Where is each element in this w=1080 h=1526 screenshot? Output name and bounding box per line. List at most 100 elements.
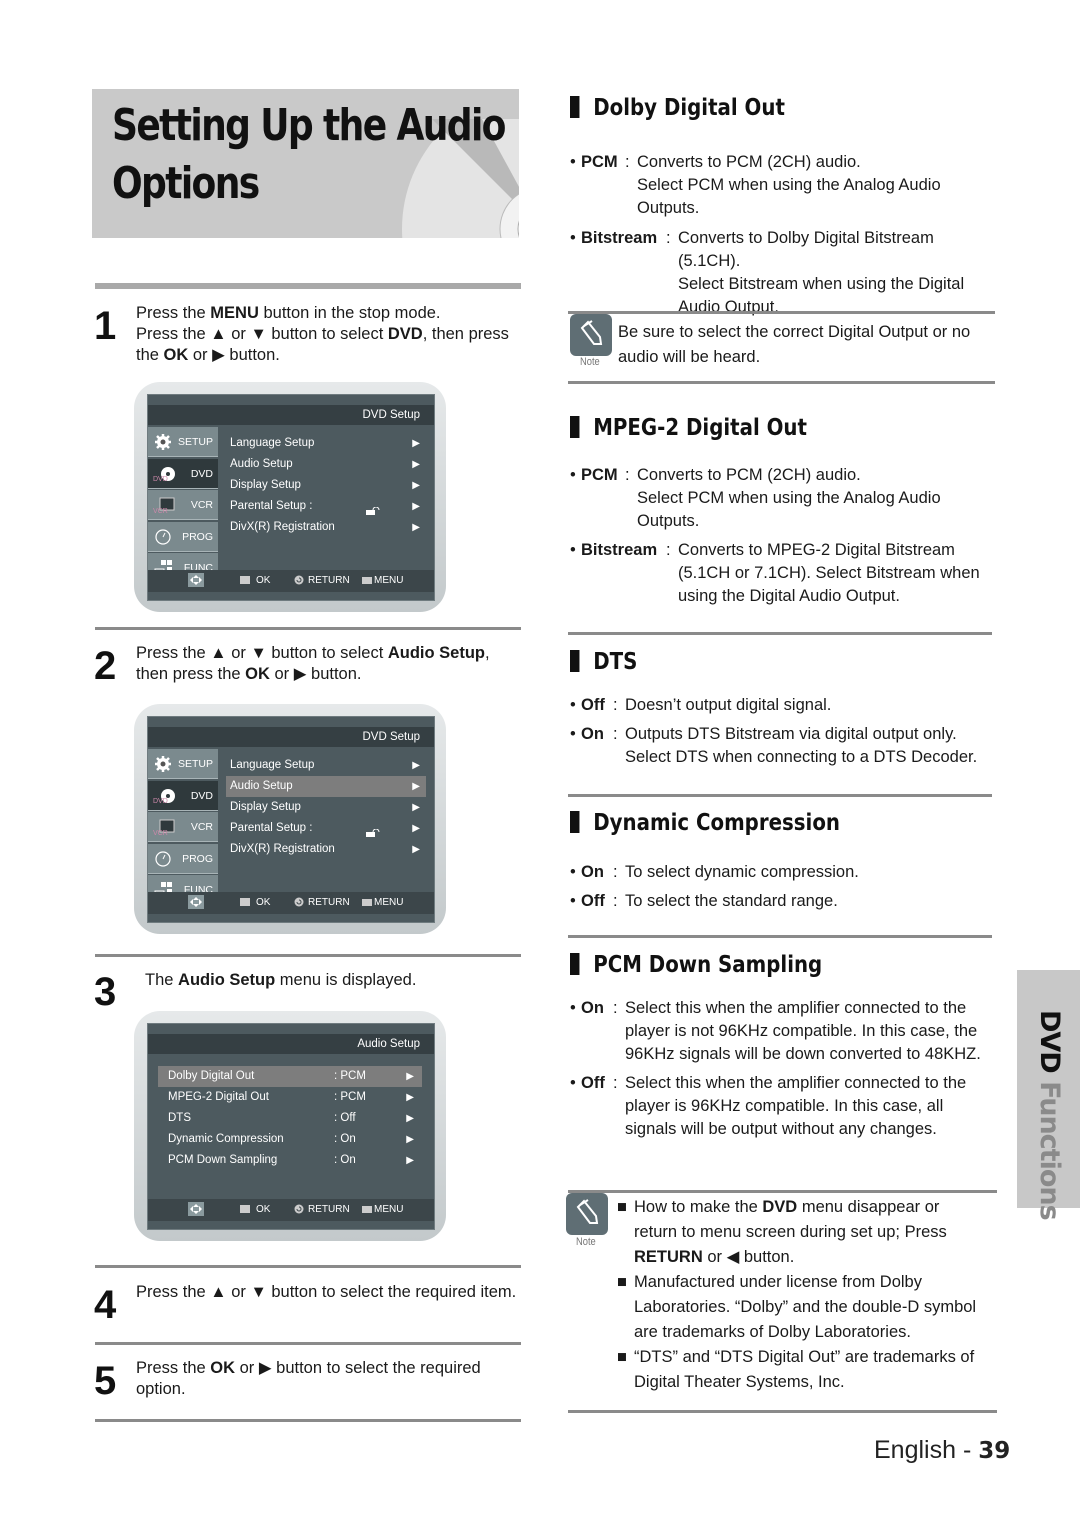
bold-text: OK bbox=[210, 1359, 236, 1377]
chapter-tab-bold: DVD bbox=[1034, 1010, 1065, 1082]
osd-screen-dvd-setup-2: DVD Setup SETUP DVD DVD VCR VCR PROG FUNC Lang… bbox=[134, 704, 446, 934]
bold-text: DVD bbox=[762, 1198, 798, 1216]
clock-icon bbox=[153, 850, 173, 868]
osd-audio-item[interactable]: DTS: Off ▶ bbox=[158, 1108, 422, 1129]
chapter-side-tab: DVD Functions bbox=[1017, 970, 1080, 1220]
chevron-right-icon: ▶ bbox=[412, 480, 420, 491]
osd-header: Audio Setup bbox=[148, 1034, 434, 1054]
osd-menu-item[interactable]: Display Setup ▶ bbox=[226, 797, 426, 818]
definition-term: Off bbox=[581, 892, 605, 910]
menu-icon bbox=[362, 1199, 372, 1221]
page-number: 39 bbox=[978, 1438, 1011, 1464]
osd-tab-prog[interactable]: PROG bbox=[148, 521, 218, 552]
osd-audio-item[interactable]: Dynamic Compression: On ▶ bbox=[158, 1129, 422, 1150]
section-divider bbox=[95, 1419, 521, 1422]
heading-marker bbox=[570, 96, 580, 118]
chevron-right-icon: ▶ bbox=[406, 1134, 414, 1145]
svg-text:DVD: DVD bbox=[153, 798, 168, 805]
bold-text: Audio Setup bbox=[387, 644, 486, 662]
definition-colon: : bbox=[666, 229, 671, 247]
title-banner: Setting Up the Audio Options bbox=[92, 89, 519, 238]
section-divider bbox=[95, 1342, 521, 1345]
chevron-right-icon: ▶ bbox=[406, 1092, 414, 1103]
page-footer: English - 39 bbox=[874, 1436, 1010, 1465]
osd-menu-item[interactable]: DivX(R) Registration ▶ bbox=[226, 839, 426, 860]
section-heading-pcm-down-sampling: PCM Down Sampling bbox=[570, 950, 822, 980]
osd-tab-dvd[interactable]: DVD DVD bbox=[148, 780, 218, 811]
osd-tab-setup[interactable]: SETUP bbox=[148, 749, 218, 779]
ok-icon bbox=[240, 1199, 250, 1221]
gear-icon bbox=[153, 433, 173, 451]
chevron-right-icon: ▶ bbox=[412, 802, 420, 813]
definition-colon: : bbox=[666, 541, 671, 559]
osd-menu-item-label: DivX(R) Registration bbox=[230, 521, 335, 533]
osd-menu-item-label: Display Setup bbox=[230, 479, 301, 491]
osd-menu-item[interactable]: DivX(R) Registration ▶ bbox=[226, 517, 426, 538]
osd-audio-item[interactable]: Dolby Digital Out: PCM ▶ bbox=[158, 1066, 422, 1087]
bullet-icon: • bbox=[570, 863, 576, 881]
osd-menu-item[interactable]: Display Setup ▶ bbox=[226, 475, 426, 496]
note-label: Note bbox=[580, 356, 600, 368]
osd-menu-item[interactable]: Audio Setup ▶ bbox=[226, 776, 426, 797]
definition-term: Off bbox=[581, 1074, 605, 1092]
osd-footer: OK RETURN MENU bbox=[148, 892, 434, 914]
chapter-tab-light: Functions bbox=[1034, 1081, 1065, 1220]
osd-tab-dvd[interactable]: DVD DVD bbox=[148, 458, 218, 489]
chevron-right-icon: ▶ bbox=[412, 438, 420, 449]
step-text: Press the ▲ or ▼ button to select Audio … bbox=[136, 644, 490, 683]
note-label: Note bbox=[576, 1236, 596, 1248]
chevron-right-icon: ▶ bbox=[412, 760, 420, 771]
definition-colon: : bbox=[613, 1074, 618, 1092]
definition-description: Converts to Dolby Digital Bitstream (5.1… bbox=[678, 229, 965, 316]
lock-open-icon bbox=[366, 502, 380, 515]
definition-colon: : bbox=[625, 466, 630, 484]
chevron-right-icon: ▶ bbox=[406, 1071, 414, 1082]
osd-screen-dvd-setup-1: DVD Setup SETUP DVD DVD VCR VCR PROG FUNC Lang… bbox=[134, 382, 446, 612]
return-icon bbox=[294, 1199, 304, 1221]
osd-menu-item-label: Parental Setup : bbox=[230, 822, 313, 834]
definition-term: Bitstream bbox=[581, 541, 658, 559]
nav-arrows-icon bbox=[188, 570, 204, 592]
chevron-right-icon: ▶ bbox=[406, 1113, 414, 1124]
osd-audio-item-label: MPEG-2 Digital Out bbox=[168, 1091, 269, 1103]
bold-text: OK bbox=[163, 346, 189, 364]
step-number: 1 bbox=[94, 304, 117, 348]
footer-language: English - bbox=[874, 1436, 979, 1464]
osd-tab-vcr[interactable]: VCR VCR bbox=[148, 490, 218, 520]
osd-menu-item[interactable]: Language Setup ▶ bbox=[226, 755, 426, 776]
definition-term: PCM bbox=[581, 153, 618, 171]
definition-description: Select this when the amplifier connected… bbox=[625, 1074, 967, 1138]
osd-tab-label: DVD bbox=[190, 789, 213, 802]
osd-menu: Language Setup ▶ Audio Setup ▶ Display Setup… bbox=[226, 755, 426, 860]
osd-tab-vcr[interactable]: VCR VCR bbox=[148, 812, 218, 842]
osd-tab-setup[interactable]: SETUP bbox=[148, 427, 218, 457]
step-text: Press the OK or ▶ button to select the r… bbox=[136, 1359, 481, 1398]
menu-icon bbox=[362, 570, 372, 592]
definition-term: Bitstream bbox=[581, 229, 658, 247]
ok-icon bbox=[240, 570, 250, 592]
osd-audio-item-value: : Off bbox=[334, 1112, 356, 1124]
osd-audio-item-value: : On bbox=[334, 1154, 356, 1166]
definition-item: • PCM: Converts to PCM (2CH) audio. Select… bbox=[570, 151, 1000, 231]
square-bullet-icon: ■ bbox=[617, 1273, 627, 1291]
definition-description: To select dynamic compression. bbox=[625, 863, 859, 881]
step-number: 5 bbox=[94, 1359, 117, 1403]
square-bullet-icon: ■ bbox=[617, 1348, 627, 1366]
menu-icon bbox=[362, 892, 372, 914]
footer-ok-label: OK bbox=[256, 1204, 271, 1215]
chevron-right-icon: ▶ bbox=[412, 823, 420, 834]
definition-item: • Bitstream: Converts to MPEG-2 Digital Bi… bbox=[570, 539, 1000, 619]
heading-marker bbox=[570, 416, 580, 438]
osd-menu-item[interactable]: Language Setup ▶ bbox=[226, 433, 426, 454]
osd-menu-item[interactable]: Audio Setup ▶ bbox=[226, 454, 426, 475]
step-number: 2 bbox=[94, 644, 117, 688]
definition-item: • PCM: Converts to PCM (2CH) audio. Select… bbox=[570, 464, 1000, 544]
osd-menu-item[interactable]: Parental Setup : ▶ bbox=[226, 818, 426, 839]
note-item: How to make the DVD menu disappear or ret… bbox=[634, 1198, 947, 1266]
osd-menu-item[interactable]: Parental Setup : ▶ bbox=[226, 496, 426, 517]
osd-audio-item[interactable]: MPEG-2 Digital Out: PCM ▶ bbox=[158, 1087, 422, 1108]
osd-audio-item[interactable]: PCM Down Sampling: On ▶ bbox=[158, 1150, 422, 1171]
bold-text: MENU bbox=[210, 304, 259, 322]
section-divider bbox=[95, 627, 521, 630]
osd-tab-prog[interactable]: PROG bbox=[148, 843, 218, 874]
